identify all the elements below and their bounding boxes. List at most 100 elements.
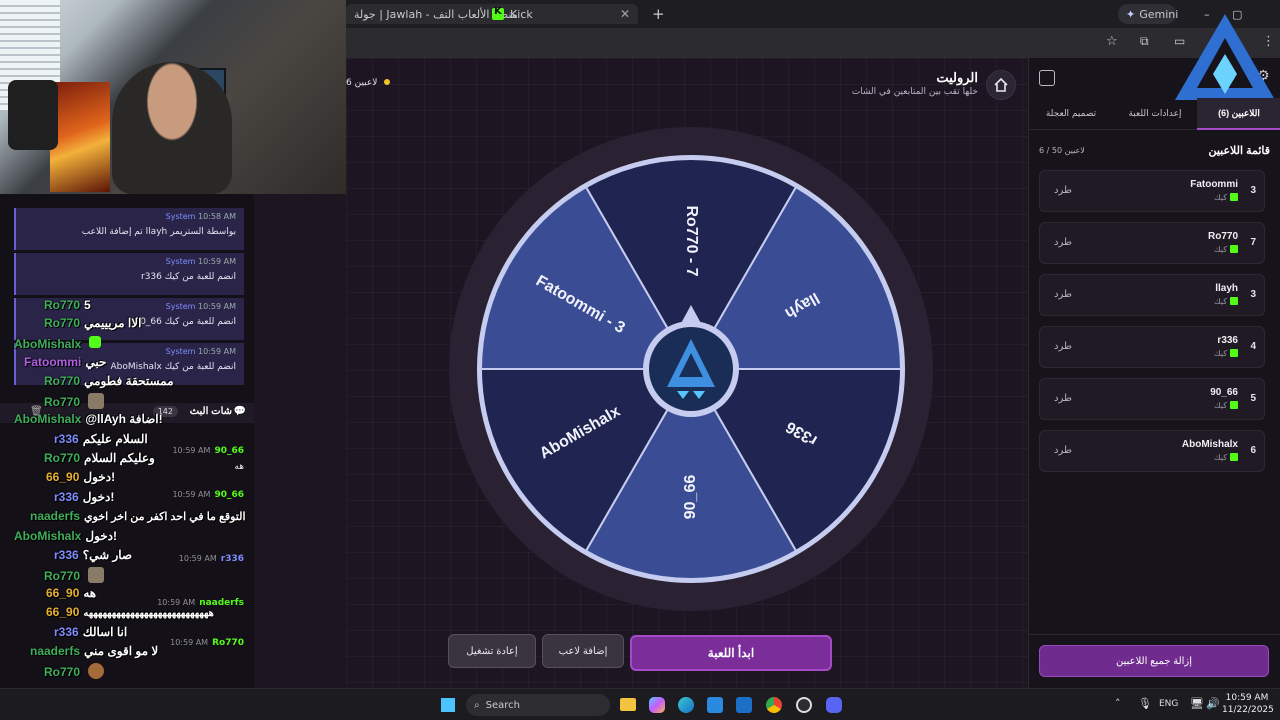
sender-name: System [165, 302, 196, 311]
overlay-line: Ro770 الاا مريييمي [44, 316, 141, 330]
chat-line: 10:59 AM 90_66 [172, 490, 244, 500]
chat-bubble-icon: 💬 [233, 406, 246, 417]
store-icon[interactable] [707, 697, 723, 713]
microphone-tray-icon[interactable]: 🎙 [1138, 697, 1152, 710]
fire-poster [50, 82, 110, 192]
kick-player-button[interactable]: طرد [1054, 393, 1072, 404]
discord-icon[interactable] [826, 697, 842, 713]
overlay-line: Ro770 5 [44, 298, 91, 312]
player-row: r336 كيك 4 طرد [1039, 326, 1265, 368]
player-score: 3 [1250, 289, 1256, 300]
player-platform: كيك [1214, 401, 1238, 410]
overlay-msg: @llAyh اضافة! [85, 412, 163, 426]
gemini-label: Gemini [1139, 7, 1179, 21]
chrome-icon[interactable] [766, 697, 782, 713]
roulette-wheel[interactable]: Ro770 - 7llayhr33690_66AboMishalxFatoomm… [396, 84, 986, 654]
player-row: Ro770 كيك 7 طرد [1039, 222, 1265, 264]
player-name: AboMishalx [1181, 439, 1238, 450]
overlay-user: AboMishalx [14, 412, 82, 426]
kick-player-button[interactable]: طرد [1054, 289, 1072, 300]
message-meta: System 10:59 AM [166, 302, 236, 311]
edge-icon[interactable] [678, 697, 694, 713]
overlay-user: Ro770 [44, 298, 81, 312]
collapse-panel-icon[interactable] [1039, 70, 1055, 86]
player-name: Ro770 [1207, 231, 1238, 242]
clock[interactable]: 10:59 AM 11/22/2025 [1222, 692, 1274, 716]
message-time: 10:59 AM [198, 257, 236, 266]
volume-icon[interactable]: 🔊 [1206, 697, 1220, 710]
overlay-user: 66_90 [46, 586, 80, 600]
overlay-line: naaderfs لا مو اقوى مني [30, 644, 158, 658]
language-indicator[interactable]: ENG [1159, 699, 1178, 709]
tab-players[interactable]: اللاعبين (6) [1197, 98, 1280, 130]
windows-start-icon[interactable] [441, 698, 455, 712]
search-icon: ⌕ [474, 699, 480, 711]
player-name: llayh [1215, 283, 1238, 294]
chevron-up-icon[interactable]: ˄ [1115, 697, 1121, 710]
message-time: 10:59 AM [198, 347, 236, 356]
wheel-segment-label: Ro770 - 7 [683, 205, 700, 276]
tab-wheel-design[interactable]: تصميم العجلة [1029, 98, 1113, 130]
sender-name: System [165, 257, 196, 266]
sender-name: System [165, 347, 196, 356]
overlay-line: Ro770 [44, 663, 105, 679]
jawlah-logo [1175, 14, 1275, 100]
add-player-button[interactable]: إضافة لاعب [542, 634, 624, 668]
home-button[interactable] [986, 70, 1016, 100]
players-badge-label: 6 لاعبين [346, 78, 378, 88]
copilot-icon[interactable] [649, 697, 665, 713]
chat-username: Ro770 [212, 638, 244, 648]
kick-player-button[interactable]: طرد [1054, 445, 1072, 456]
kick-player-button[interactable]: طرد [1054, 341, 1072, 352]
extensions-icon[interactable]: ⧉ [1140, 34, 1149, 49]
taskbar-search[interactable]: ⌕ Search [466, 694, 610, 716]
overlay-user: Ro770 [44, 316, 81, 330]
overlay-user: Ro770 [44, 451, 81, 465]
kick-icon [492, 6, 504, 20]
chat-username: 90_66 [214, 446, 244, 456]
overlay-msg: السلام عليكم [82, 432, 148, 446]
overlay-msg: 5 [84, 298, 91, 312]
overlay-msg: هه [83, 586, 97, 600]
message-time: 10:59 AM [172, 490, 211, 499]
kick-player-button[interactable]: طرد [1054, 237, 1072, 248]
start-game-button[interactable]: ابدأ اللعبة [630, 635, 832, 671]
kick-icon [1230, 349, 1238, 357]
system-message: System 10:59 AM r336 انضم للعبة من كيك [14, 253, 244, 295]
overlay-line: 66_90 هههههههههههههههههههههههههههه [46, 605, 214, 619]
overlay-user: r336 [54, 625, 79, 639]
overlay-msg: هههههههههههههههههههههههههههه [83, 608, 214, 619]
tab-game-settings[interactable]: إعدادات اللعبة [1113, 98, 1197, 130]
overlay-msg: حبي [85, 355, 107, 369]
remove-all-players-button[interactable]: إزالة جميع اللاعبين [1039, 645, 1269, 677]
overlay-line: 66_90 هه [46, 586, 96, 600]
new-tab-button[interactable]: + [644, 4, 665, 24]
overlay-msg: دخول! [85, 529, 118, 543]
players-panel: ⚙ اللاعبين (6) إعدادات اللعبة تصميم العج… [1028, 14, 1280, 688]
kick-icon [1230, 453, 1238, 461]
outlook-icon[interactable] [736, 697, 752, 713]
overlay-line: naaderfs التوقع ما في احد اكفر من اخر اخو… [30, 509, 246, 523]
overlay-line: Ro770 ممستحقة فطومي [44, 374, 174, 388]
overlay-msg: صار شي؟ [82, 548, 133, 562]
gemini-button[interactable]: ✦ Gemini [1118, 4, 1179, 24]
restart-button[interactable]: إعادة تشغيل [448, 634, 536, 668]
kick-player-button[interactable]: طرد [1054, 185, 1072, 196]
tab-kick[interactable]: Kick ✕ [484, 4, 638, 24]
overlay-user: Ro770 [44, 395, 81, 409]
overlay-line: r336 انا اسالك [54, 625, 127, 639]
obs-icon[interactable] [796, 697, 812, 713]
player-row: llayh كيك 3 طرد [1039, 274, 1265, 316]
overlay-user: Ro770 [44, 665, 81, 679]
platform-label: كيك [1214, 297, 1227, 306]
network-icon[interactable]: 🖥 [1190, 697, 1204, 710]
overlay-line: AboMishalx @llAyh اضافة! [14, 412, 163, 426]
player-platform: كيك [1214, 297, 1238, 306]
close-icon[interactable]: ✕ [620, 7, 630, 21]
platform-label: كيك [1214, 193, 1227, 202]
overlay-msg: ممستحقة فطومي [84, 374, 174, 388]
folder-icon[interactable] [620, 698, 636, 711]
star-icon[interactable]: ☆ [1106, 34, 1118, 49]
panel-tabs: اللاعبين (6) إعدادات اللعبة تصميم العجلة [1029, 98, 1280, 130]
player-list-title: قائمة اللاعبين [1208, 145, 1270, 157]
